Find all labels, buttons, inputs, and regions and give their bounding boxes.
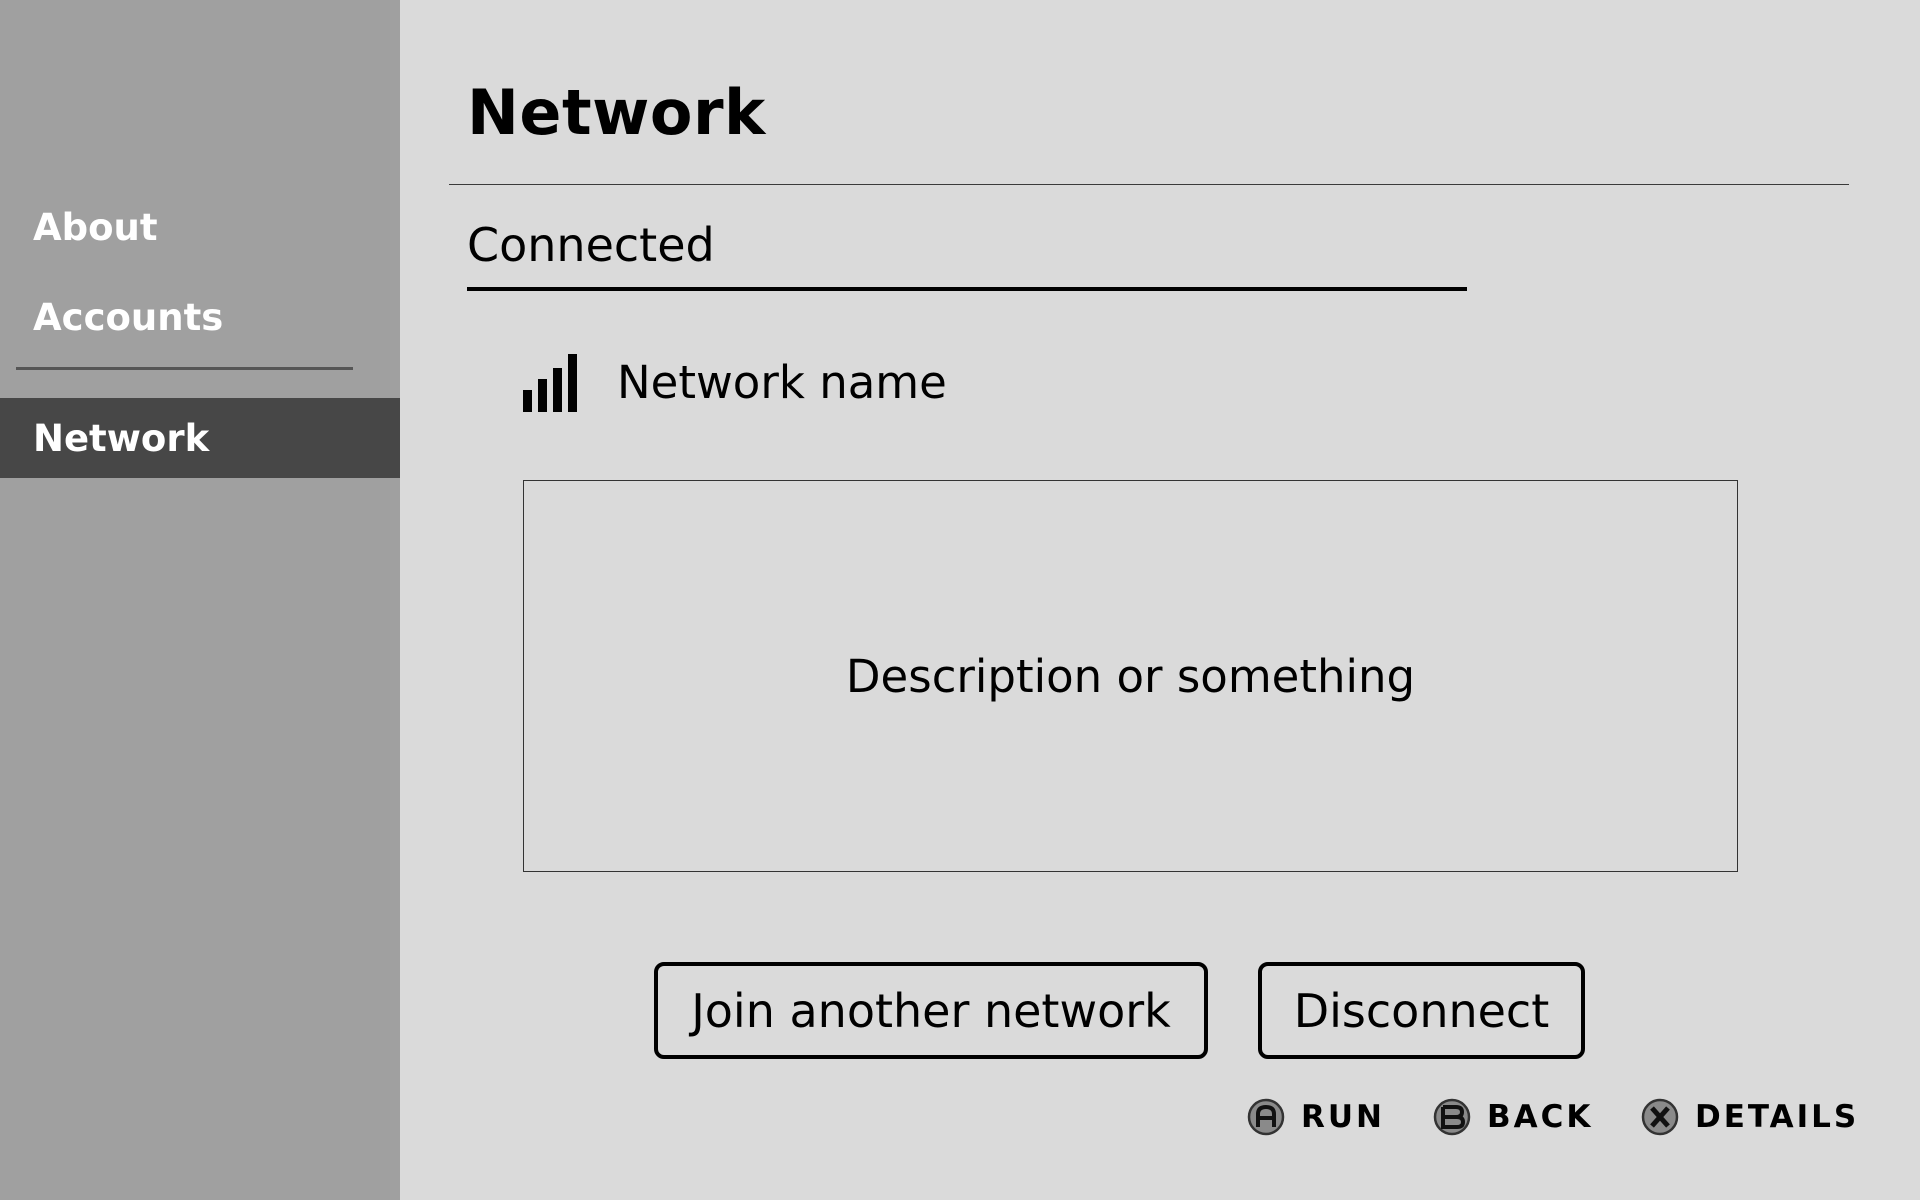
join-another-network-button[interactable]: Join another network <box>654 962 1208 1059</box>
sidebar: About Accounts Network <box>0 0 400 1200</box>
hint-label: DETAILS <box>1695 1099 1860 1135</box>
sidebar-item-network[interactable]: Network <box>0 398 400 478</box>
signal-bars-icon <box>523 352 583 412</box>
b-button-icon <box>1433 1098 1471 1136</box>
sidebar-item-label: Network <box>33 416 210 460</box>
hint-back[interactable]: BACK <box>1432 1095 1593 1139</box>
section-underline <box>467 287 1467 291</box>
section-tab-connected[interactable]: Connected <box>467 218 715 272</box>
a-button-icon <box>1247 1098 1285 1136</box>
network-name: Network name <box>617 355 947 409</box>
hint-label: BACK <box>1487 1099 1594 1135</box>
network-list-item[interactable]: Network name <box>523 350 947 414</box>
sidebar-item-accounts[interactable]: Accounts <box>0 277 400 357</box>
sidebar-item-label: Accounts <box>33 295 224 339</box>
hint-details[interactable]: DETAILS <box>1640 1095 1859 1139</box>
title-divider <box>449 184 1849 185</box>
description-text: Description or something <box>845 649 1416 703</box>
description-panel: Description or something <box>523 480 1738 872</box>
x-button-icon <box>1641 1098 1679 1136</box>
hint-run[interactable]: RUN <box>1246 1095 1385 1139</box>
sidebar-item-about[interactable]: About <box>0 187 400 267</box>
page-title: Network <box>467 76 766 149</box>
disconnect-button[interactable]: Disconnect <box>1258 962 1585 1059</box>
hint-label: RUN <box>1301 1099 1385 1135</box>
sidebar-divider <box>16 367 353 370</box>
sidebar-item-label: About <box>33 205 158 249</box>
